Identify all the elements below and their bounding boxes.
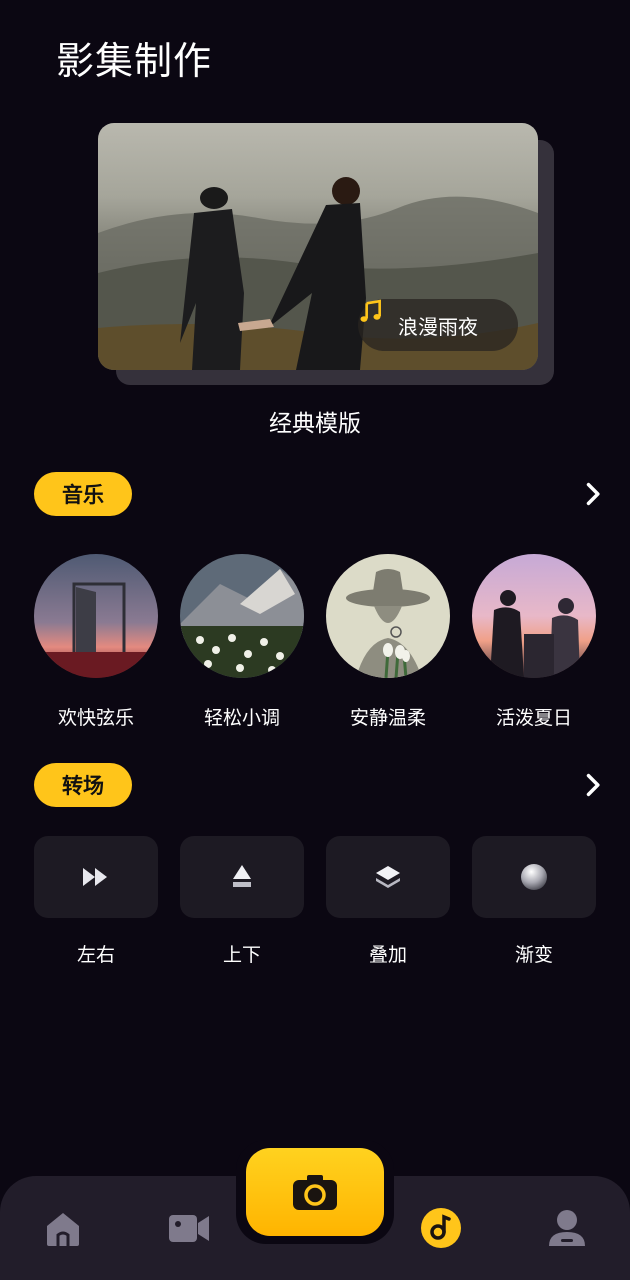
music-cover-door <box>34 554 158 678</box>
music-note-icon <box>360 299 381 322</box>
home-icon[interactable] <box>41 1206 85 1250</box>
fast-forward-icon <box>83 868 107 886</box>
music-item-3[interactable] <box>326 554 450 678</box>
music-tag-chip[interactable]: 浪漫雨夜 <box>358 299 518 351</box>
music-cover-flowers <box>180 554 304 678</box>
template-caption: 经典模版 <box>269 411 361 437</box>
music-item-label: 欢快弦乐 <box>57 707 134 729</box>
transition-fade[interactable] <box>472 836 596 918</box>
music-item-label: 安静温柔 <box>349 707 426 729</box>
gradient-sphere-icon <box>521 864 547 890</box>
music-item-2[interactable] <box>180 554 304 678</box>
transition-label: 左右 <box>76 944 115 966</box>
transition-overlay[interactable] <box>326 836 450 918</box>
layers-icon <box>376 866 400 888</box>
music-section-label: 音乐 <box>34 472 132 516</box>
transition-left-right[interactable] <box>34 836 158 918</box>
transition-label: 渐变 <box>514 944 553 966</box>
music-item-label: 轻松小调 <box>203 707 280 729</box>
music-cover-shadow-hat <box>326 554 450 678</box>
template-card-classic[interactable]: 浪漫雨夜 <box>98 123 538 370</box>
page-title: 影集制作 <box>56 39 213 83</box>
chevron-right-icon[interactable] <box>578 480 606 508</box>
camera-icon <box>293 1175 337 1210</box>
transition-up-down[interactable] <box>180 836 304 918</box>
chevron-right-icon[interactable] <box>578 771 606 799</box>
music-item-1[interactable] <box>34 554 158 678</box>
music-cover-sunset-people <box>472 554 596 678</box>
profile-icon[interactable] <box>545 1206 589 1250</box>
stack-up-icon <box>233 865 251 887</box>
transition-label: 叠加 <box>368 944 407 966</box>
camera-button[interactable] <box>246 1148 384 1236</box>
music-item-4[interactable] <box>472 554 596 678</box>
music-tag-label: 浪漫雨夜 <box>398 314 478 339</box>
transition-label: 上下 <box>222 944 261 966</box>
video-camera-icon[interactable] <box>167 1206 211 1250</box>
music-item-label: 活泼夏日 <box>495 707 572 729</box>
music-note-icon[interactable] <box>419 1206 463 1250</box>
transition-section-label: 转场 <box>34 763 132 807</box>
